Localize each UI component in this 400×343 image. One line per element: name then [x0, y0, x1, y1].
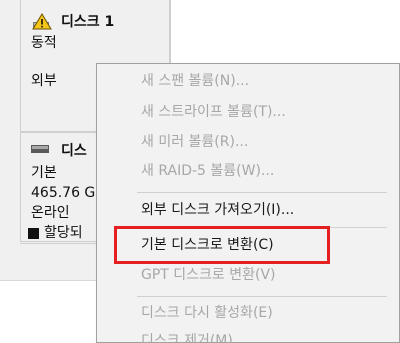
menu-item-new-raid5-volume[interactable]: 새 RAID-5 볼륨(W)... — [141, 162, 274, 180]
menu-item-new-striped-volume[interactable]: 새 스트라이프 볼륨(T)... — [141, 103, 286, 121]
disk-0-kind: 기본 — [31, 165, 57, 181]
menu-item-remove-disk[interactable]: 디스크 제거(M) — [141, 332, 233, 343]
unallocated-legend-label: 할당되 — [44, 225, 83, 241]
highlight-annotation-box — [114, 226, 330, 264]
menu-item-new-spanned-volume[interactable]: 새 스팬 볼륨(N)... — [141, 72, 249, 90]
disk-1-title: 디스크 1 — [61, 14, 115, 30]
disk-1-type: 외부 — [31, 73, 57, 89]
disk-icon — [31, 145, 49, 153]
unallocated-legend-swatch — [28, 228, 39, 239]
menu-separator — [137, 296, 387, 297]
menu-item-convert-to-gpt-disk[interactable]: GPT 디스크로 변환(V) — [141, 266, 276, 284]
menu-item-import-foreign-disks[interactable]: 외부 디스크 가져오기(I)... — [141, 201, 294, 219]
disk-context-menu: 새 스팬 볼륨(N)... 새 스트라이프 볼륨(T)... 새 미러 볼륨(R… — [96, 63, 400, 343]
menu-item-new-mirrored-volume[interactable]: 새 미러 볼륨(R)... — [141, 133, 248, 151]
warning-disk-icon — [32, 13, 52, 30]
menu-separator — [137, 192, 387, 193]
disk-0-size: 465.76 G — [31, 185, 96, 201]
disk-0-state: 온라인 — [31, 205, 70, 221]
disk-0-title: 디스 — [61, 143, 87, 159]
disk-1-status: 동적 — [31, 35, 57, 51]
menu-item-reactivate-disk[interactable]: 디스크 다시 활성화(E) — [141, 304, 273, 322]
